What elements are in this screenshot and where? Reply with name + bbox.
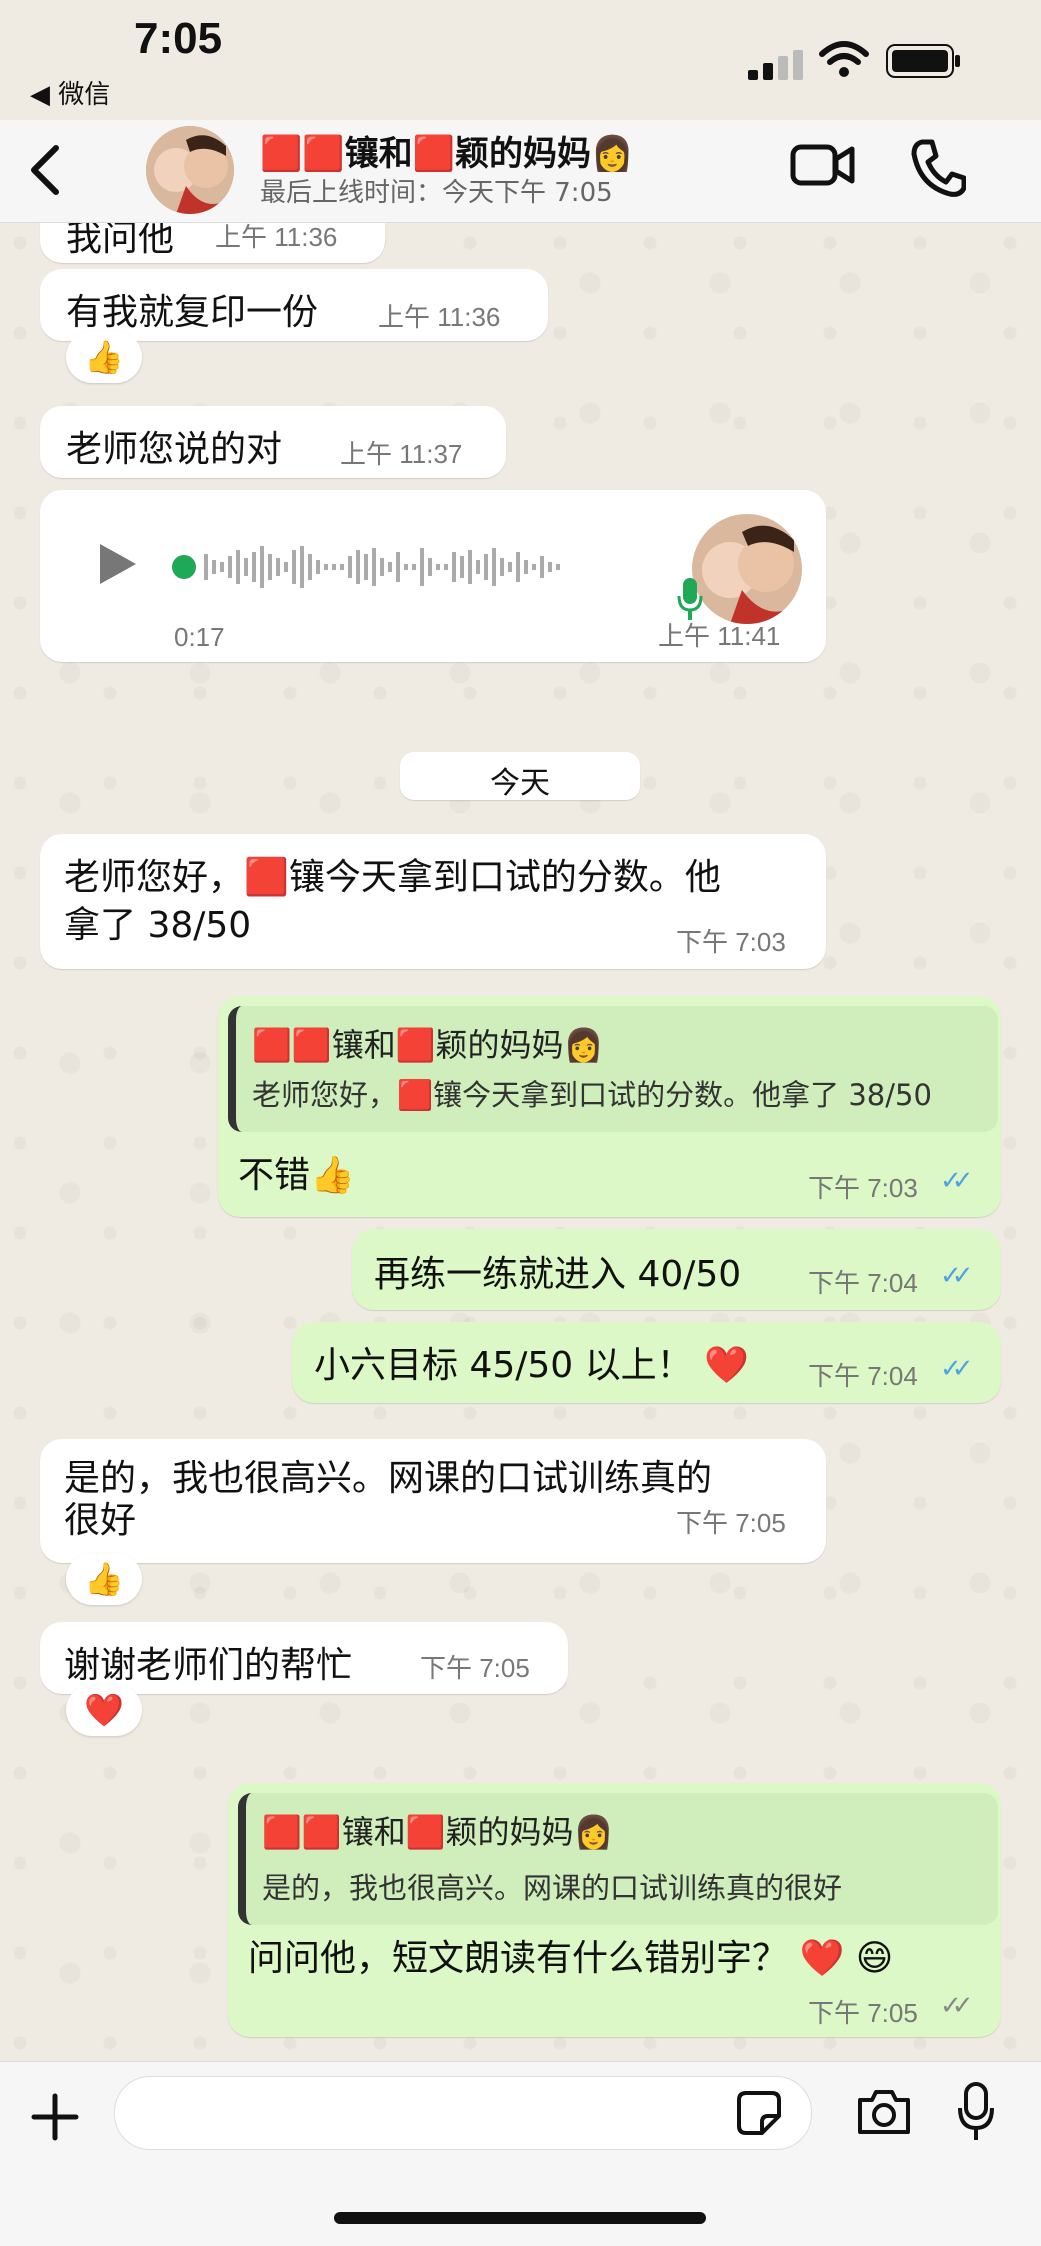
message-text: 老师您说的对 bbox=[66, 429, 283, 470]
message-text: 谢谢老师们的帮忙 bbox=[64, 1645, 353, 1686]
battery-icon bbox=[886, 44, 962, 82]
message-text-line: 很好 bbox=[64, 1500, 137, 1541]
message-bubble-outgoing[interactable]: 再练一练就进入 40/50 下午 7:04 ✓✓ bbox=[352, 1229, 1001, 1310]
contact-name[interactable]: 🟥🟥镶和🟥颖的妈妈👩 bbox=[260, 126, 633, 175]
message-text: 不错👍 bbox=[238, 1155, 355, 1196]
quoted-message[interactable]: 🟥🟥镶和🟥颖的妈妈👩 老师您好，🟥镶今天拿到口试的分数。他拿了 38/50 bbox=[228, 1006, 998, 1132]
voice-sender-avatar bbox=[692, 514, 802, 624]
home-indicator[interactable] bbox=[334, 2212, 706, 2224]
quoted-sender-name: 🟥🟥镶和🟥颖的妈妈👩 bbox=[252, 1026, 604, 1064]
read-receipt-icon: ✓✓ bbox=[940, 1261, 973, 1291]
quoted-sender-name: 🟥🟥镶和🟥颖的妈妈👩 bbox=[262, 1813, 614, 1851]
video-call-button[interactable] bbox=[790, 140, 856, 194]
reaction-thumbs-up[interactable]: 👍 bbox=[66, 331, 142, 383]
message-bubble-incoming[interactable]: 是的，我也很高兴。网课的口试训练真的 很好 下午 7:05 bbox=[40, 1439, 826, 1563]
sticker-icon bbox=[737, 2091, 781, 2135]
last-seen-status: 最后上线时间：今天下午 7:05 bbox=[260, 178, 613, 208]
message-bubble-outgoing[interactable]: 🟥🟥镶和🟥颖的妈妈👩 老师您好，🟥镶今天拿到口试的分数。他拿了 38/50 不错… bbox=[218, 996, 1001, 1217]
message-text-line: 老师您好，🟥镶今天拿到口试的分数。他 bbox=[64, 857, 721, 898]
voice-duration: 0:17 bbox=[174, 622, 225, 652]
video-camera-icon bbox=[790, 144, 855, 186]
reaction-thumbs-up[interactable]: 👍 bbox=[66, 1553, 142, 1605]
reaction-heart[interactable]: ❤️ bbox=[66, 1684, 142, 1736]
camera-icon bbox=[858, 2090, 910, 2134]
message-time: 下午 7:05 bbox=[808, 1998, 918, 2028]
message-bubble-outgoing[interactable]: 🟥🟥镶和🟥颖的妈妈👩 是的，我也很高兴。网课的口试训练真的很好 问问他，短文朗读… bbox=[228, 1783, 1001, 2037]
message-time: 上午 11:36 bbox=[215, 223, 338, 252]
chevron-left-icon bbox=[31, 145, 59, 195]
contact-avatar[interactable] bbox=[146, 126, 234, 214]
message-text-line: 是的，我也很高兴。网课的口试训练真的 bbox=[64, 1458, 713, 1499]
message-bubble-incoming[interactable]: 老师您说的对 上午 11:37 bbox=[40, 406, 506, 478]
message-bubble-incoming[interactable]: 谢谢老师们的帮忙 下午 7:05 bbox=[40, 1622, 568, 1694]
plus-icon bbox=[31, 2093, 79, 2141]
microphone-icon bbox=[958, 2082, 994, 2140]
message-bubble-outgoing[interactable]: 小六目标 45/50 以上！ ❤️ 下午 7:04 ✓✓ bbox=[292, 1322, 1001, 1403]
message-time: 下午 7:05 bbox=[676, 1508, 786, 1538]
message-time: 下午 7:04 bbox=[808, 1361, 918, 1391]
wifi-icon bbox=[818, 40, 870, 84]
chat-messages-area[interactable]: 我问他 上午 11:36 有我就复印一份 上午 11:36 👍 老师您说的对 上… bbox=[0, 223, 1041, 2061]
sticker-button[interactable] bbox=[736, 2090, 782, 2140]
message-time: 下午 7:05 bbox=[420, 1653, 530, 1683]
delivered-receipt-icon: ✓✓ bbox=[940, 1991, 973, 2021]
message-bubble-incoming[interactable]: 我问他 上午 11:36 bbox=[40, 223, 385, 263]
message-text: 有我就复印一份 bbox=[66, 292, 319, 333]
message-time: 下午 7:04 bbox=[808, 1268, 918, 1298]
message-text-line: 拿了 38/50 bbox=[64, 905, 252, 946]
signal-icon bbox=[748, 50, 804, 84]
camera-button[interactable] bbox=[856, 2088, 912, 2140]
read-receipt-icon: ✓✓ bbox=[940, 1354, 973, 1384]
read-receipt-icon: ✓✓ bbox=[940, 1166, 973, 1196]
attach-button[interactable] bbox=[30, 2092, 80, 2146]
status-time: 7:05 bbox=[134, 14, 223, 63]
message-time: 上午 11:37 bbox=[340, 439, 463, 469]
play-icon bbox=[100, 544, 136, 584]
message-text: 问问他，短文朗读有什么错别字？ ❤️ 😄 bbox=[248, 1938, 894, 1979]
message-input-bar bbox=[0, 2061, 1041, 2246]
date-divider: 今天 bbox=[400, 752, 640, 801]
quoted-message[interactable]: 🟥🟥镶和🟥颖的妈妈👩 是的，我也很高兴。网课的口试训练真的很好 bbox=[238, 1793, 998, 1925]
back-button[interactable] bbox=[24, 140, 74, 200]
message-time: 下午 7:03 bbox=[676, 927, 786, 957]
voice-waveform[interactable] bbox=[172, 542, 682, 596]
message-bubble-incoming[interactable]: 老师您好，🟥镶今天拿到口试的分数。他 拿了 38/50 下午 7:03 bbox=[40, 834, 826, 969]
message-time: 上午 11:41 bbox=[658, 621, 781, 651]
message-input[interactable] bbox=[114, 2076, 812, 2150]
phone-icon bbox=[911, 139, 967, 197]
chat-header: 🟥🟥镶和🟥颖的妈妈👩 最后上线时间：今天下午 7:05 bbox=[0, 120, 1041, 223]
message-text: 再练一练就进入 40/50 bbox=[374, 1254, 742, 1295]
voice-record-button[interactable] bbox=[956, 2082, 996, 2146]
message-time: 下午 7:03 bbox=[808, 1173, 918, 1203]
message-text: 我问他 bbox=[66, 223, 175, 259]
back-to-wechat-link[interactable]: ◀ 微信 bbox=[30, 74, 110, 111]
play-button[interactable] bbox=[96, 540, 140, 592]
message-text: 小六目标 45/50 以上！ ❤️ bbox=[314, 1345, 749, 1386]
quoted-text: 是的，我也很高兴。网课的口试训练真的很好 bbox=[262, 1871, 843, 1905]
quoted-text: 老师您好，🟥镶今天拿到口试的分数。他拿了 38/50 bbox=[252, 1078, 932, 1112]
voice-call-button[interactable] bbox=[910, 138, 967, 202]
message-time: 上午 11:36 bbox=[378, 302, 501, 332]
voice-message-bubble[interactable]: 0:17 上午 11:41 bbox=[40, 490, 826, 662]
